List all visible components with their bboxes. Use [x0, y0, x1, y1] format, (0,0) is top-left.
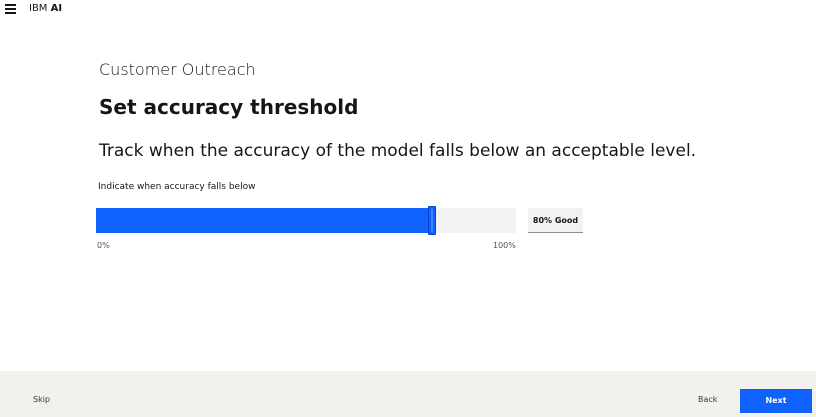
page-title: Set accuracy threshold — [99, 95, 359, 119]
slider-max-label: 100% — [493, 241, 516, 250]
page-description: Track when the accuracy of the model fal… — [99, 141, 697, 161]
slider-value-display[interactable]: 80% Good — [528, 208, 583, 233]
slider-min-label: 0% — [97, 241, 110, 250]
footer-bar: Skip Back Next — [0, 371, 816, 417]
brand-prefix: IBM — [29, 3, 48, 14]
brand-logo: IBM AI — [29, 3, 62, 15]
next-button[interactable]: Next — [740, 389, 812, 413]
skip-button[interactable]: Skip — [33, 395, 50, 405]
accuracy-slider-track[interactable] — [96, 206, 516, 235]
page-subtitle: Customer Outreach — [99, 60, 256, 79]
slider-label: Indicate when accuracy falls below — [98, 182, 256, 192]
brand-name: AI — [50, 3, 63, 14]
accuracy-slider-handle[interactable] — [428, 206, 436, 235]
accuracy-slider-fill — [96, 208, 432, 233]
top-bar: IBM AI — [0, 0, 816, 20]
menu-icon[interactable] — [5, 4, 16, 14]
back-button[interactable]: Back — [698, 395, 717, 405]
